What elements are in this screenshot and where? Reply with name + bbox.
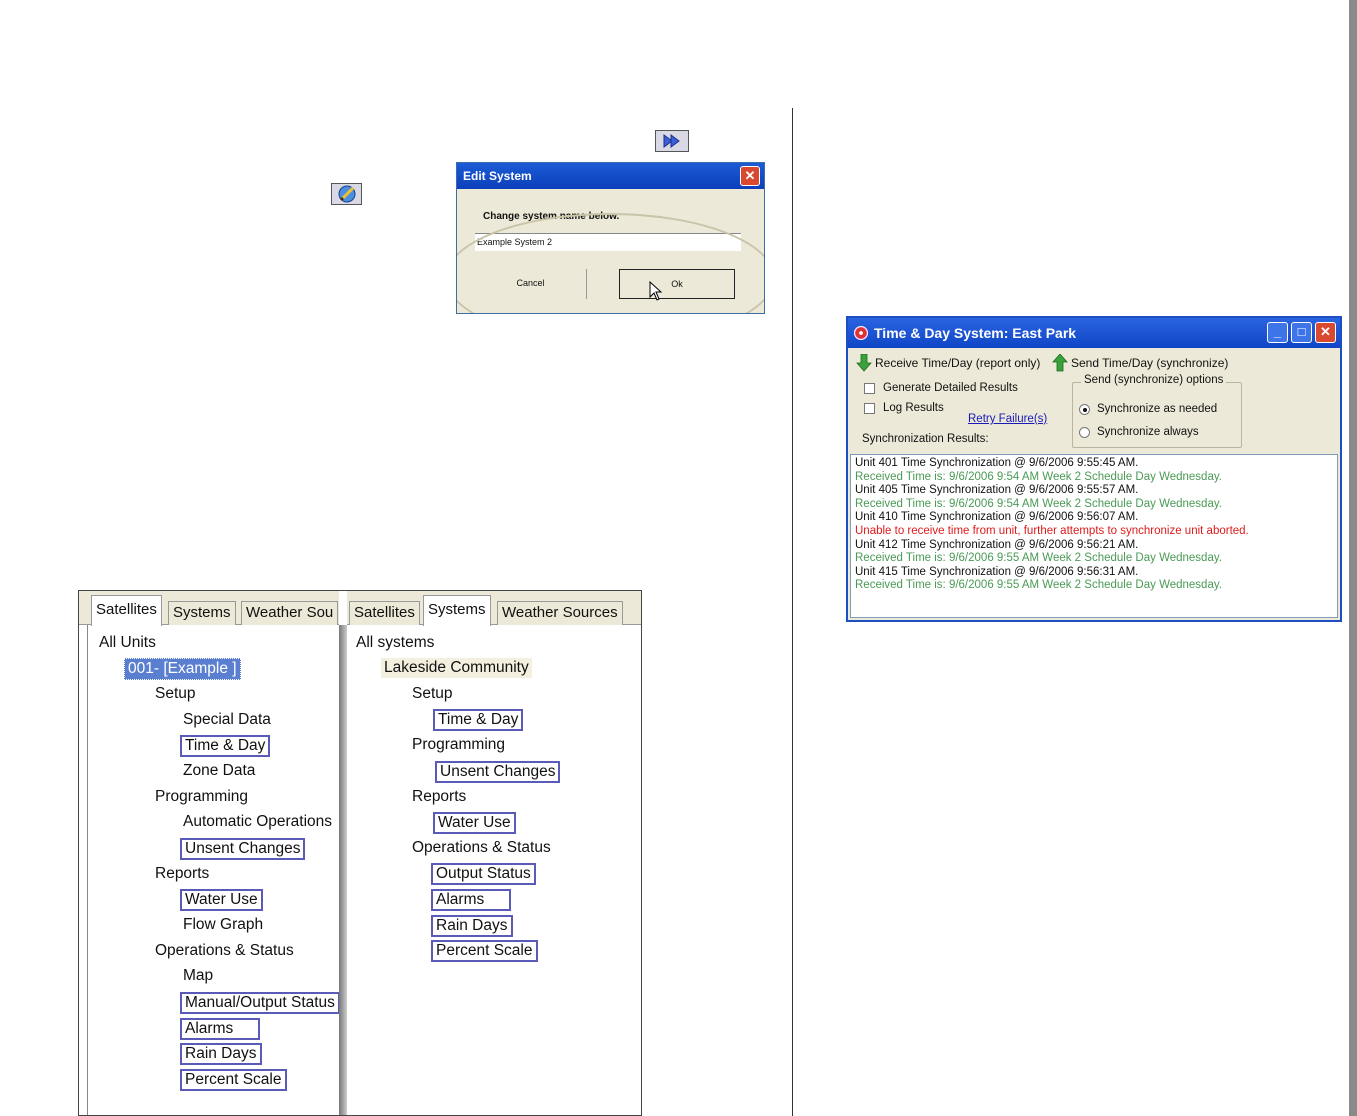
system-name-input[interactable]: Example System 2: [475, 233, 741, 251]
dialog-title: Edit System: [463, 169, 532, 183]
tree-node-system[interactable]: Lakeside Community: [381, 658, 532, 678]
log-line: Received Time is: 9/6/2006 9:54 AM Week …: [855, 470, 1222, 483]
window-title: Time & Day System: East Park: [874, 325, 1077, 341]
tree-node-alarms[interactable]: Alarms: [431, 889, 511, 911]
cancel-button[interactable]: Cancel: [475, 269, 587, 299]
tab-satellites[interactable]: Satellites: [91, 595, 162, 626]
log-line: Unit 401 Time Synchronization @ 9/6/2006…: [855, 457, 1139, 469]
systems-tree: All systems Lakeside Community Setup Tim…: [349, 625, 633, 1115]
log-results-label: Log Results: [883, 402, 944, 414]
tree-node-rain-days[interactable]: Rain Days: [180, 1043, 262, 1065]
send-options-legend: Send (synchronize) options: [1081, 374, 1227, 386]
tree-node-reports[interactable]: Reports: [152, 864, 212, 884]
systems-panel: Satellites Systems Weather Sources All s…: [347, 591, 641, 1115]
minimize-icon[interactable]: _: [1267, 322, 1288, 343]
tree-node-percent-scale[interactable]: Percent Scale: [431, 940, 538, 962]
window-titlebar: Time & Day System: East Park _ □ ✕: [848, 318, 1340, 348]
tree-node-water-use[interactable]: Water Use: [180, 889, 263, 911]
panel-separator: [339, 625, 347, 1115]
tree-node-percent-scale[interactable]: Percent Scale: [180, 1069, 287, 1091]
checkbox-box[interactable]: [864, 402, 875, 414]
app-icon: [854, 326, 868, 340]
sync-always-radio[interactable]: Synchronize always: [1079, 426, 1199, 438]
radio-dot[interactable]: [1079, 426, 1090, 438]
tree-node-special-data[interactable]: Special Data: [180, 710, 274, 730]
edit-system-icon[interactable]: [331, 183, 362, 205]
close-icon[interactable]: ✕: [1315, 322, 1336, 343]
tab-satellites[interactable]: Satellites: [349, 601, 420, 625]
log-line: Unit 415 Time Synchronization @ 9/6/2006…: [855, 565, 1139, 578]
send-time-button[interactable]: Send Time/Day (synchronize): [1052, 354, 1228, 372]
generate-detailed-results-label: Generate Detailed Results: [883, 382, 1018, 394]
ok-button[interactable]: Ok: [619, 269, 735, 299]
tree-node-programming[interactable]: Programming: [152, 787, 251, 807]
tab-systems[interactable]: Systems: [168, 601, 236, 625]
edit-system-dialog: Edit System ✕ Change system name below. …: [456, 162, 765, 314]
maximize-icon[interactable]: □: [1291, 322, 1312, 343]
tree-node-zone-data[interactable]: Zone Data: [180, 761, 258, 781]
tree-node-unit[interactable]: 001- [Example ]: [124, 658, 241, 680]
log-results-checkbox[interactable]: Log Results: [864, 402, 944, 414]
mouse-cursor-icon: [649, 281, 663, 301]
tree-node-automatic-operations[interactable]: Automatic Operations: [180, 812, 335, 832]
sync-as-needed-label: Synchronize as needed: [1097, 403, 1218, 415]
page-edge-tab: [1349, 0, 1357, 1116]
log-line: Received Time is: 9/6/2006 9:55 AM Week …: [855, 579, 1222, 592]
log-line: Unit 405 Time Synchronization @ 9/6/2006…: [855, 484, 1139, 497]
tab-systems[interactable]: Systems: [423, 595, 491, 626]
tree-node-reports[interactable]: Reports: [409, 787, 469, 807]
receive-arrow-icon: [856, 354, 872, 372]
tree-node-manual-output-status[interactable]: Manual/Output Status: [180, 992, 339, 1014]
sync-as-needed-radio[interactable]: Synchronize as needed: [1079, 403, 1217, 415]
receive-time-button[interactable]: Receive Time/Day (report only): [856, 354, 1040, 372]
receive-time-label: Receive Time/Day (report only): [875, 356, 1041, 370]
generate-detailed-results-checkbox[interactable]: Generate Detailed Results: [864, 382, 1018, 394]
tree-node-alarms[interactable]: Alarms: [180, 1018, 260, 1040]
tree-node-setup[interactable]: Setup: [409, 684, 456, 704]
tree-root-all-units[interactable]: All Units: [96, 633, 159, 653]
send-options-group: Send (synchronize) options Synchronize a…: [1072, 374, 1242, 448]
log-line: Received Time is: 9/6/2006 9:55 AM Week …: [855, 552, 1222, 565]
tree-panels-frame: Satellites Systems Weather Sou All Units…: [78, 590, 642, 1116]
tree-node-time-day[interactable]: Time & Day: [180, 735, 271, 757]
log-line: Unit 412 Time Synchronization @ 9/6/2006…: [855, 538, 1139, 551]
tree-node-rain-days[interactable]: Rain Days: [431, 915, 513, 937]
tree-node-unsent-changes[interactable]: Unsent Changes: [180, 838, 306, 860]
sync-always-label: Synchronize always: [1097, 426, 1199, 438]
tree-root-all-systems[interactable]: All systems: [353, 633, 437, 653]
satellites-panel-tabs: Satellites Systems Weather Sou: [79, 591, 339, 626]
close-icon[interactable]: ✕: [740, 166, 760, 186]
send-time-label: Send Time/Day (synchronize): [1071, 356, 1229, 370]
dialog-titlebar: Edit System ✕: [457, 163, 764, 189]
retry-failures-link[interactable]: Retry Failure(s): [968, 413, 1047, 425]
send-arrow-icon: [1052, 354, 1068, 372]
tree-node-operations-status[interactable]: Operations & Status: [409, 838, 554, 858]
satellites-tree: All Units 001- [Example ] Setup Special …: [87, 625, 339, 1115]
radio-dot[interactable]: [1079, 403, 1090, 415]
tree-node-flow-graph[interactable]: Flow Graph: [180, 915, 266, 935]
tree-node-output-status[interactable]: Output Status: [431, 863, 536, 885]
tree-node-water-use[interactable]: Water Use: [433, 812, 516, 834]
column-divider: [792, 108, 793, 1116]
tab-weather-sources[interactable]: Weather Sources: [497, 601, 623, 625]
fast-forward-icon[interactable]: [655, 130, 689, 152]
rename-prompt: Change system name below.: [483, 211, 620, 222]
checkbox-box[interactable]: [864, 382, 875, 394]
tree-node-programming[interactable]: Programming: [409, 735, 508, 755]
satellites-panel: Satellites Systems Weather Sou All Units…: [79, 591, 339, 1115]
tree-node-time-day[interactable]: Time & Day: [433, 709, 524, 731]
systems-panel-tabs: Satellites Systems Weather Sources: [347, 591, 641, 626]
tree-node-unsent-changes[interactable]: Unsent Changes: [435, 761, 561, 783]
sync-results-label: Synchronization Results:: [862, 433, 989, 445]
log-line: Unit 410 Time Synchronization @ 9/6/2006…: [855, 511, 1139, 524]
tree-node-operations-status[interactable]: Operations & Status: [152, 941, 297, 961]
log-line: Received Time is: 9/6/2006 9:54 AM Week …: [855, 497, 1222, 510]
sync-results-log[interactable]: Unit 401 Time Synchronization @ 9/6/2006…: [850, 454, 1338, 618]
tab-weather-sources[interactable]: Weather Sou: [241, 601, 339, 625]
tree-node-setup[interactable]: Setup: [152, 684, 199, 704]
log-line: Unable to receive time from unit, furthe…: [855, 524, 1249, 537]
tree-node-map[interactable]: Map: [180, 966, 216, 986]
time-day-window: Time & Day System: East Park _ □ ✕ Recei…: [846, 316, 1342, 622]
